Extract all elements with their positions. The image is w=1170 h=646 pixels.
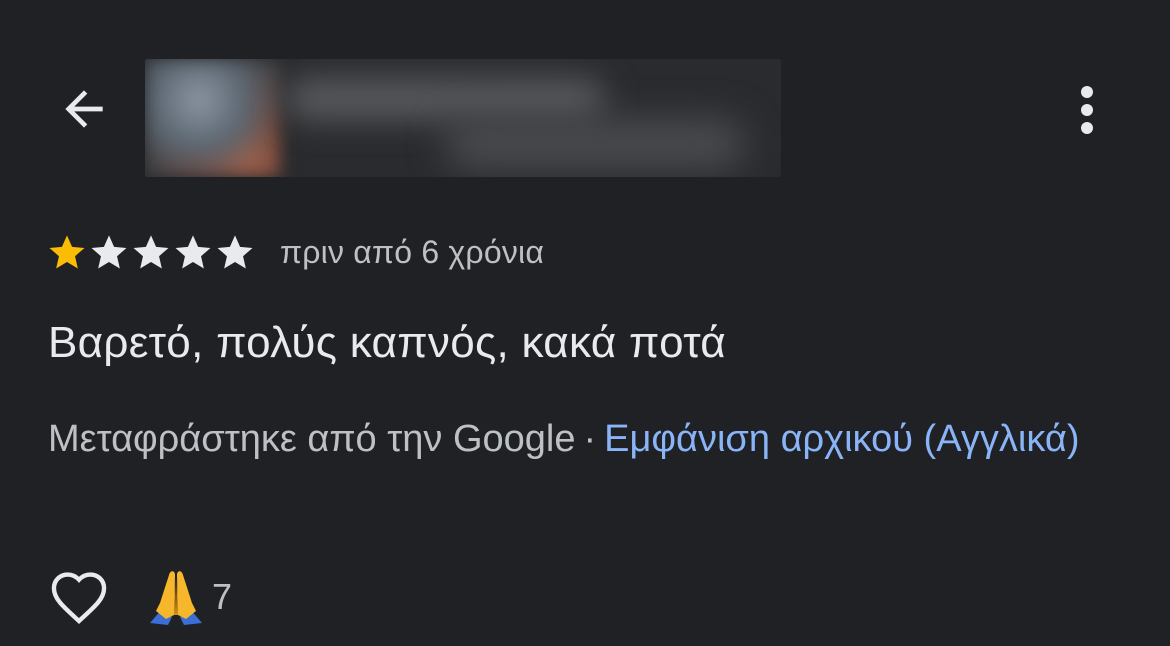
star-empty-icon: [133, 235, 169, 269]
back-button[interactable]: [50, 75, 118, 143]
reviewer-meta-blurred: [445, 119, 745, 169]
review-time: πριν από 6 χρόνια: [280, 233, 545, 270]
show-original-link[interactable]: Εμφάνιση αρχικού (Αγγλικά): [604, 418, 1079, 460]
review-text: Βαρετό, πολύς καπνός, κακά ποτά: [48, 318, 727, 367]
star-rating: [46, 231, 256, 273]
more-options-button[interactable]: [1060, 80, 1114, 140]
star-empty-icon: [91, 235, 127, 269]
translation-info: Μεταφράστηκε από την Google · Εμφάνιση αρχ…: [48, 410, 1118, 468]
folded-hands-emoji: [150, 571, 202, 625]
reaction-badge[interactable]: 7: [146, 567, 232, 627]
translated-by-label: Μεταφράστηκε από την Google: [48, 418, 576, 460]
heart-outline-icon: [51, 572, 107, 625]
reaction-count: 7: [212, 576, 233, 617]
review-actions: 7: [46, 564, 232, 630]
arrow-back-icon: [65, 90, 103, 128]
more-vert-icon: [1081, 86, 1093, 134]
like-button[interactable]: [46, 564, 112, 630]
avatar: [145, 59, 280, 177]
review-header: [0, 0, 1170, 200]
reviewer-name-blurred: [285, 79, 605, 119]
reviewer-info-blurred[interactable]: [145, 59, 781, 177]
separator: ·: [583, 418, 597, 460]
star-empty-icon: [217, 235, 253, 269]
star-empty-icon: [175, 235, 211, 269]
rating-row: πριν από 6 χρόνια: [46, 228, 544, 276]
star-filled-icon: [49, 235, 85, 269]
